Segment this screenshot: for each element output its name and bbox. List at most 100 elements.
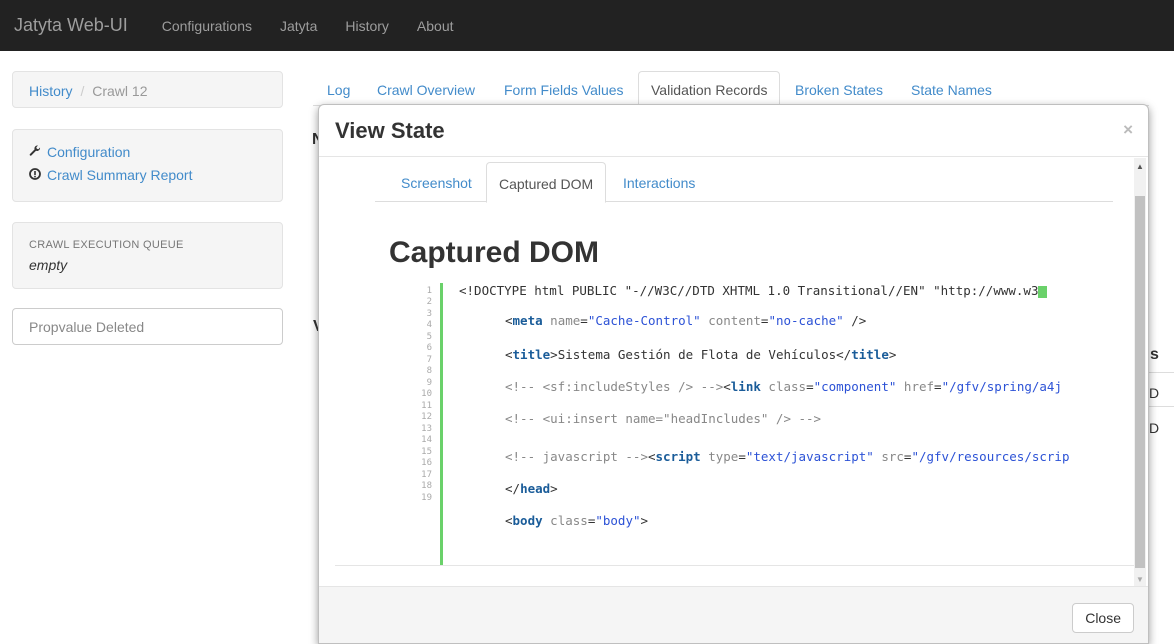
tab-state-names[interactable]: State Names [911,71,992,106]
tab-form-fields-values[interactable]: Form Fields Values [504,71,624,106]
code-tag: title [851,347,889,362]
line-number: 13 [421,424,432,434]
nav-jatyta[interactable]: Jatyta [280,18,317,34]
line-number-gutter: 1 2 3 4 5 6 7 8 9 10 11 12 13 14 15 16 1… [395,283,443,565]
tab-crawl-overview[interactable]: Crawl Overview [377,71,475,106]
tab-broken-states[interactable]: Broken States [795,71,883,106]
configuration-link[interactable]: Configuration [29,144,266,160]
line-number: 12 [421,412,432,422]
code-line-6: <title>Sistema Gestión de Flota de Vehíc… [505,347,897,362]
line-number: 11 [421,401,432,411]
crawl-links-panel: Configuration Crawl Summary Report [12,129,283,202]
nav-configurations[interactable]: Configurations [162,18,252,34]
code-value: "/gfv/resources/scrip [911,449,1070,464]
code-line-15: </head> [505,481,558,496]
tab-screenshot[interactable]: Screenshot [401,162,472,202]
background-heading-s: s [1150,346,1159,363]
modal-title: View State [335,118,445,143]
code-line-1: <!DOCTYPE html PUBLIC "-//W3C//DTD XHTML… [459,283,1048,298]
modal-body: Screenshot Captured DOM Interactions Cap… [335,158,1135,566]
view-state-tabs: Screenshot Captured DOM Interactions [375,162,1113,203]
captured-dom-heading: Captured DOM [389,236,599,269]
code-value: "Cache-Control" [587,313,701,328]
line-number: 15 [421,447,432,457]
line-number: 10 [421,389,432,399]
text-cursor [1038,285,1048,298]
code-attr: name [550,313,581,328]
code-attr: content [708,313,761,328]
code-attr: class [550,513,588,528]
line-number: 5 [426,332,432,342]
code-tag: link [730,379,761,394]
wrench-icon [29,144,43,160]
code-line-13: <!-- javascript --><script type="text/ja… [505,449,1070,464]
nav-about[interactable]: About [417,18,454,34]
code-viewer[interactable]: 1 2 3 4 5 6 7 8 9 10 11 12 13 14 15 16 1… [395,283,1113,565]
tab-interactions[interactable]: Interactions [623,162,695,202]
background-divider [1149,372,1174,373]
line-number: 19 [421,493,432,503]
code-tag: head [520,481,551,496]
modal-header: View State × [319,105,1148,157]
queue-value: empty [29,257,68,273]
code-line-3: <meta name="Cache-Control" content="no-c… [505,313,867,328]
code-comment: <!-- <ui:insert name="headIncludes" /> -… [505,411,822,426]
code-comment: <!-- <sf:includeStyles /> --> [505,379,724,394]
code-value: "/gfv/spring/a4j [941,379,1062,394]
line-number: 16 [421,458,432,468]
crawl-tabs: Log Crawl Overview Form Fields Values Va… [313,71,1149,107]
code-comment: <!-- javascript --> [505,449,648,464]
code-attr: href [903,379,935,394]
breadcrumb: History / Crawl 12 [12,71,283,108]
close-icon[interactable]: × [1123,120,1133,140]
doctype-text: <!DOCTYPE html PUBLIC "-//W3C//DTD XHTML… [459,283,1039,298]
tab-validation-records[interactable]: Validation Records [638,71,781,107]
propvalue-deleted-button[interactable]: Propvalue Deleted [12,308,283,345]
queue-heading: CRAWL EXECUTION QUEUE [29,239,184,251]
line-number: 4 [426,320,432,330]
code-attr: src [881,449,904,464]
crawl-summary-report-link[interactable]: Crawl Summary Report [29,167,266,183]
code-tag: meta [512,313,543,328]
nav-history[interactable]: History [345,18,389,34]
line-number: 2 [426,297,432,307]
background-cell-d2: D [1149,420,1160,436]
brand-link[interactable]: Jatyta Web-UI [14,15,128,36]
top-navbar: Jatyta Web-UI Configurations Jatyta Hist… [0,0,1174,51]
line-number: 9 [426,378,432,388]
scrollbar-thumb[interactable] [1135,196,1145,568]
code-text: Sistema Gestión de Flota de Vehículos [557,347,837,362]
tab-log[interactable]: Log [327,71,350,106]
line-number: 14 [421,435,432,445]
tab-captured-dom[interactable]: Captured DOM [486,162,607,203]
line-number: 17 [421,470,432,480]
code-line-10: <!-- <ui:insert name="headIncludes" /> -… [505,411,821,426]
breadcrumb-history[interactable]: History [29,83,73,99]
code-line-8: <!-- <sf:includeStyles /> --><link class… [505,379,1062,394]
scroll-down-arrow-icon[interactable]: ▼ [1136,575,1144,584]
code-attr: type [708,449,739,464]
background-cell-d1: D [1149,385,1160,401]
modal-scrollbar[interactable]: ▲ ▼ [1134,158,1146,586]
breadcrumb-current: Crawl 12 [92,83,148,99]
crawl-execution-queue: CRAWL EXECUTION QUEUE empty [12,222,283,289]
code-value: "component" [813,379,897,394]
line-number: 6 [426,343,432,353]
code-line-17: <body class="body"> [505,513,649,528]
line-number: 8 [426,366,432,376]
background-divider [1149,406,1174,407]
line-number: 18 [421,481,432,491]
view-state-modal: View State × Screenshot Captured DOM Int… [318,104,1149,644]
line-number: 1 [426,286,432,296]
info-circle-icon [29,167,43,183]
code-value: "text/javascript" [745,449,874,464]
code-tag: script [655,449,701,464]
close-button[interactable]: Close [1072,603,1134,633]
line-number: 7 [426,355,432,365]
configuration-link-label: Configuration [47,144,131,160]
line-number: 3 [426,309,432,319]
crawl-summary-report-label: Crawl Summary Report [47,167,193,183]
code-tag: title [512,347,551,362]
code-tag: body [512,513,543,528]
scroll-up-arrow-icon[interactable]: ▲ [1136,162,1144,171]
